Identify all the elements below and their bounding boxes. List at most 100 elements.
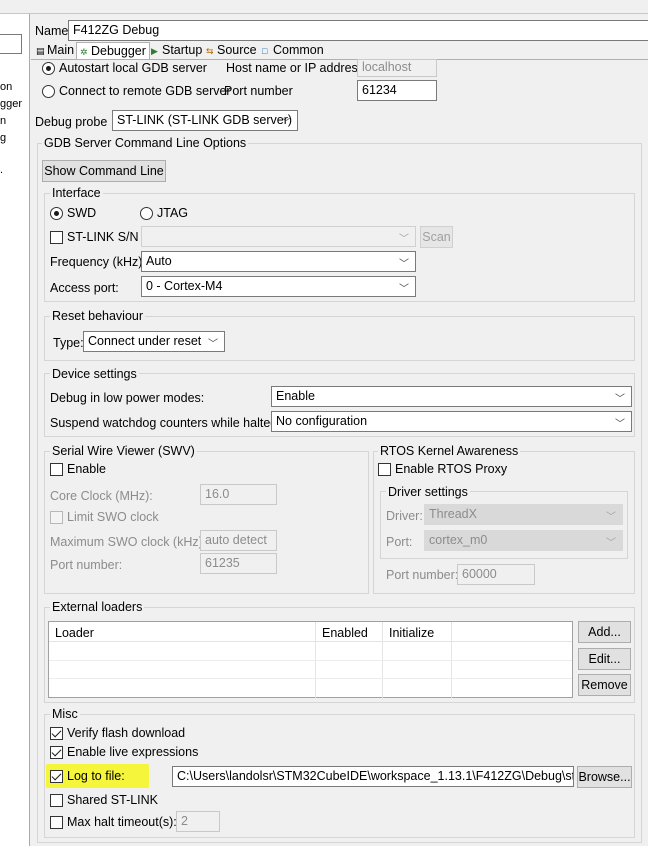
watchdog-value: No configuration bbox=[276, 414, 368, 428]
tab-bar: ▤ Main ✲ Debugger ▶ Startup ⇆ Source □ Common bbox=[31, 42, 648, 59]
connect-remote-label: Connect to remote GDB server bbox=[59, 84, 231, 98]
autostart-radio[interactable] bbox=[42, 62, 55, 75]
swd-label: SWD bbox=[67, 206, 97, 220]
column-loader[interactable]: Loader bbox=[55, 626, 94, 640]
tab-common[interactable]: □ Common bbox=[259, 42, 327, 59]
chevron-down-icon: ﹀ bbox=[208, 339, 218, 350]
port-number-label: Port number bbox=[224, 84, 293, 98]
reset-behaviour-title: Reset behaviour bbox=[50, 309, 146, 323]
gdb-server-options-title: GDB Server Command Line Options bbox=[42, 136, 249, 150]
access-port-select[interactable]: 0 - Cortex-M4 ﹀ bbox=[141, 276, 416, 297]
chevron-down-icon: ﹀ bbox=[615, 394, 625, 405]
device-settings-title: Device settings bbox=[50, 367, 139, 381]
chevron-down-icon: ﹀ bbox=[615, 419, 625, 430]
live-expressions-checkbox[interactable] bbox=[50, 746, 63, 759]
max-halt-field[interactable]: 2 bbox=[176, 811, 220, 832]
core-clock-field[interactable]: 16.0 bbox=[200, 484, 277, 505]
chevron-down-icon: ﹀ bbox=[399, 234, 409, 245]
shared-stlink-checkbox[interactable] bbox=[50, 794, 63, 807]
name-field[interactable]: F412ZG Debug bbox=[68, 20, 648, 41]
frequency-select[interactable]: Auto ﹀ bbox=[141, 251, 416, 272]
low-power-select[interactable]: Enable ﹀ bbox=[271, 386, 632, 407]
chevron-down-icon: ﹀ bbox=[399, 284, 409, 295]
watchdog-select[interactable]: No configuration ﹀ bbox=[271, 411, 632, 432]
host-field[interactable]: localhost bbox=[357, 59, 437, 77]
watchdog-label: Suspend watchdog counters while halted: bbox=[50, 416, 281, 430]
swv-enable-label: Enable bbox=[67, 462, 106, 476]
swd-radio[interactable] bbox=[50, 207, 63, 220]
autostart-label: Autostart local GDB server bbox=[59, 61, 207, 75]
show-command-line-button[interactable]: Show Command Line bbox=[42, 160, 166, 182]
verify-flash-label: Verify flash download bbox=[67, 726, 186, 740]
column-initialize[interactable]: Initialize bbox=[389, 626, 434, 640]
edit-loader-button[interactable]: Edit... bbox=[578, 648, 631, 670]
verify-flash-checkbox[interactable] bbox=[50, 727, 63, 740]
chevron-down-icon: ﹀ bbox=[606, 512, 616, 523]
log-to-file-checkbox[interactable] bbox=[50, 770, 63, 783]
access-port-value: 0 - Cortex-M4 bbox=[146, 279, 223, 293]
add-loader-button[interactable]: Add... bbox=[578, 621, 631, 643]
debug-probe-select[interactable]: ST-LINK (ST-LINK GDB server) ﹀ bbox=[112, 110, 298, 131]
frequency-value: Auto bbox=[146, 254, 172, 268]
tab-main[interactable]: ▤ Main bbox=[33, 42, 77, 59]
access-port-label: Access port: bbox=[50, 281, 119, 295]
browse-button[interactable]: Browse... bbox=[577, 766, 632, 788]
loaders-table-header bbox=[49, 622, 572, 642]
launch-config-list-pane[interactable]: on gger n g . bbox=[0, 14, 30, 846]
driver-value: ThreadX bbox=[429, 507, 477, 521]
tab-source[interactable]: ⇆ Source bbox=[203, 42, 260, 59]
stlink-sn-label: ST-LINK S/N bbox=[67, 230, 139, 244]
swv-enable-checkbox[interactable] bbox=[50, 463, 63, 476]
max-swo-label: Maximum SWO clock (kHz): bbox=[50, 535, 207, 549]
tab-debugger[interactable]: ✲ Debugger bbox=[76, 42, 150, 59]
connect-remote-radio[interactable] bbox=[42, 85, 55, 98]
rtos-title: RTOS Kernel Awareness bbox=[378, 444, 521, 458]
swv-port-label: Port number: bbox=[50, 558, 123, 572]
rtos-port-select[interactable]: cortex_m0 ﹀ bbox=[424, 530, 623, 551]
tab-label: Main bbox=[47, 43, 75, 57]
low-power-label: Debug in low power modes: bbox=[50, 391, 205, 405]
max-halt-checkbox[interactable] bbox=[50, 816, 63, 829]
live-expressions-label: Enable live expressions bbox=[67, 745, 199, 759]
filter-input[interactable] bbox=[0, 34, 22, 54]
swv-port-field[interactable]: 61235 bbox=[200, 553, 277, 574]
source-tab-icon: ⇆ bbox=[206, 46, 214, 56]
jtag-label: JTAG bbox=[157, 206, 189, 220]
jtag-radio[interactable] bbox=[140, 207, 153, 220]
name-label: Name: bbox=[35, 24, 72, 38]
log-file-path-field[interactable]: C:\Users\landolsr\STM32CubeIDE\workspace… bbox=[172, 766, 574, 787]
config-list-fragment: . bbox=[0, 164, 4, 176]
limit-swo-checkbox[interactable] bbox=[50, 511, 63, 524]
scan-button[interactable]: Scan bbox=[420, 226, 453, 248]
stlink-sn-select[interactable]: ﹀ bbox=[141, 226, 416, 247]
reset-type-select[interactable]: Connect under reset ﹀ bbox=[83, 331, 225, 352]
reset-type-label: Type: bbox=[53, 336, 84, 350]
rtos-port-number-field[interactable]: 60000 bbox=[457, 564, 535, 585]
host-label: Host name or IP address bbox=[226, 61, 365, 75]
debug-probe-value: ST-LINK (ST-LINK GDB server) bbox=[117, 113, 293, 127]
config-list-fragment: on bbox=[0, 81, 13, 93]
limit-swo-label: Limit SWO clock bbox=[67, 510, 159, 524]
loaders-table[interactable]: Loader Enabled Initialize bbox=[48, 621, 573, 699]
driver-select[interactable]: ThreadX ﹀ bbox=[424, 504, 623, 525]
common-tab-icon: □ bbox=[262, 46, 268, 56]
row-divider bbox=[49, 660, 572, 661]
column-enabled[interactable]: Enabled bbox=[322, 626, 368, 640]
startup-tab-icon: ▶ bbox=[151, 46, 158, 56]
reset-type-value: Connect under reset bbox=[88, 334, 202, 348]
port-number-field[interactable]: 61234 bbox=[357, 80, 437, 101]
tab-startup[interactable]: ▶ Startup bbox=[148, 42, 205, 59]
external-loaders-title: External loaders bbox=[50, 600, 145, 614]
max-swo-field[interactable]: auto detect bbox=[200, 530, 277, 551]
tab-label: Debugger bbox=[91, 44, 146, 58]
stlink-sn-checkbox[interactable] bbox=[50, 231, 63, 244]
debugger-tab-icon: ✲ bbox=[80, 47, 88, 57]
chevron-down-icon: ﹀ bbox=[399, 259, 409, 270]
remove-loader-button[interactable]: Remove bbox=[578, 674, 631, 696]
rtos-enable-checkbox[interactable] bbox=[378, 463, 391, 476]
tab-label: Common bbox=[273, 43, 324, 57]
config-list-fragment: n bbox=[0, 115, 7, 127]
config-list-fragment: g bbox=[0, 132, 7, 144]
tab-separator bbox=[31, 59, 648, 60]
driver-settings-title: Driver settings bbox=[386, 485, 470, 499]
